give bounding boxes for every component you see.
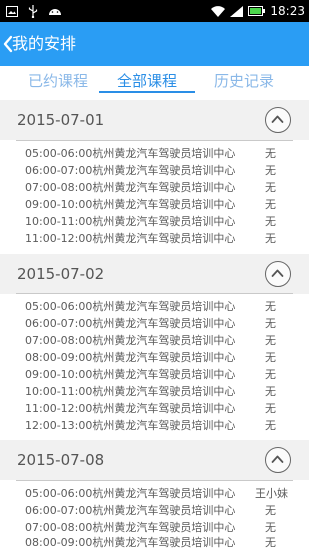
schedule-row[interactable]: 10:00-11:00杭州黄龙汽车驾驶员培训中心 无 [25,214,280,230]
schedule-slot: 10:00-11:00杭州黄龙汽车驾驶员培训中心 [25,385,236,398]
schedule-row[interactable]: 07:00-08:00杭州黄龙汽车驾驶员培训中心 无 [25,520,280,536]
status-text: 无 [265,164,276,177]
chevron-up-icon [271,269,284,277]
schedule-row[interactable]: 05:00-06:00杭州黄龙汽车驾驶员培训中心 无 [25,299,280,315]
schedule-row[interactable]: 08:00-09:00杭州黄龙汽车驾驶员培训中心 无 [25,535,280,551]
active-tab-indicator [99,91,195,93]
divider [16,480,293,481]
tab-booked-courses[interactable]: 已约课程 [24,69,92,93]
status-text: 无 [265,536,276,549]
collapse-button[interactable] [265,107,291,133]
schedule-slot: 12:00-13:00杭州黄龙汽车驾驶员培训中心 [25,419,236,432]
date-section-header[interactable]: 2015-07-02 [0,254,309,294]
status-bar: 18:23 [0,0,309,22]
status-text: 无 [265,368,276,381]
chevron-up-icon [271,115,284,123]
schedule-row[interactable]: 05:00-06:00杭州黄龙汽车驾驶员培训中心 无 [25,146,280,162]
status-text: 无 [265,402,276,415]
status-text: 无 [265,215,276,228]
wifi-icon [211,5,226,17]
schedule-slot: 08:00-09:00杭州黄龙汽车驾驶员培训中心 [25,351,236,364]
schedule-row[interactable]: 07:00-08:00杭州黄龙汽车驾驶员培训中心 无 [25,180,280,196]
section-date: 2015-07-01 [17,111,105,129]
signal-icon [230,5,244,17]
schedule-slot: 06:00-07:00杭州黄龙汽车驾驶员培训中心 [25,317,236,330]
status-text: 无 [265,334,276,347]
page-title: 我的安排 [12,34,77,53]
schedule-slot: 06:00-07:00杭州黄龙汽车驾驶员培训中心 [25,164,236,177]
schedule-slot: 08:00-09:00杭州黄龙汽车驾驶员培训中心 [25,536,236,549]
schedule-slot: 07:00-08:00杭州黄龙汽车驾驶员培训中心 [25,334,236,347]
tab-all-courses[interactable]: 全部课程 [108,69,186,93]
schedule-row[interactable]: 06:00-07:00杭州黄龙汽车驾驶员培训中心 无 [25,163,280,179]
schedule-slot: 07:00-08:00杭州黄龙汽车驾驶员培训中心 [25,181,236,194]
schedule-slot: 11:00-12:00杭州黄龙汽车驾驶员培训中心 [25,232,236,245]
schedule-slot: 05:00-06:00杭州黄龙汽车驾驶员培训中心 [25,487,236,500]
gallery-icon [6,5,18,17]
schedule-row[interactable]: 07:00-08:00杭州黄龙汽车驾驶员培训中心 无 [25,333,280,349]
collapse-button[interactable] [265,261,291,287]
status-text: 无 [265,351,276,364]
status-text: 无 [265,147,276,160]
status-text: 王小妹 [255,487,288,500]
status-text: 无 [265,521,276,534]
schedule-row[interactable]: 08:00-09:00杭州黄龙汽车驾驶员培训中心 无 [25,350,280,366]
battery-icon [248,6,266,16]
schedule-slot: 09:00-10:00杭州黄龙汽车驾驶员培训中心 [25,198,236,211]
status-text: 无 [265,385,276,398]
schedule-row[interactable]: 09:00-10:00杭州黄龙汽车驾驶员培训中心 无 [25,367,280,383]
section-date: 2015-07-08 [17,451,105,469]
schedule-slot: 07:00-08:00杭州黄龙汽车驾驶员培训中心 [25,521,236,534]
schedule-row[interactable]: 10:00-11:00杭州黄龙汽车驾驶员培训中心 无 [25,384,280,400]
chevron-up-icon [271,455,284,463]
status-text: 无 [265,317,276,330]
schedule-slot: 05:00-06:00杭州黄龙汽车驾驶员培训中心 [25,300,236,313]
collapse-button[interactable] [265,447,291,473]
android-icon [49,9,61,15]
schedule-slot: 10:00-11:00杭州黄龙汽车驾驶员培训中心 [25,215,236,228]
schedule-row[interactable]: 11:00-12:00杭州黄龙汽车驾驶员培训中心 无 [25,231,280,247]
tab-history[interactable]: 历史记录 [207,69,281,93]
status-text: 无 [265,232,276,245]
schedule-row[interactable]: 09:00-10:00杭州黄龙汽车驾驶员培训中心 无 [25,197,280,213]
status-text: 无 [265,419,276,432]
schedule-slot: 09:00-10:00杭州黄龙汽车驾驶员培训中心 [25,368,236,381]
schedule-row[interactable]: 05:00-06:00杭州黄龙汽车驾驶员培训中心 王小妹 [25,486,288,502]
app-header: 我的安排 [0,22,309,66]
usb-icon [28,4,38,18]
schedule-row[interactable]: 11:00-12:00杭州黄龙汽车驾驶员培训中心 无 [25,401,280,417]
section-date: 2015-07-02 [17,265,105,283]
schedule-row[interactable]: 06:00-07:00杭州黄龙汽车驾驶员培训中心 无 [25,503,280,519]
schedule-slot: 11:00-12:00杭州黄龙汽车驾驶员培训中心 [25,402,236,415]
status-text: 无 [265,504,276,517]
divider [16,293,293,294]
status-text: 无 [265,300,276,313]
divider [16,140,293,141]
schedule-row[interactable]: 12:00-13:00杭州黄龙汽车驾驶员培训中心 无 [25,418,280,434]
status-text: 无 [265,198,276,211]
date-section-header[interactable]: 2015-07-08 [0,440,309,480]
date-section-header[interactable]: 2015-07-01 [0,100,309,140]
clock: 18:23 [270,4,305,18]
schedule-row[interactable]: 06:00-07:00杭州黄龙汽车驾驶员培训中心 无 [25,316,280,332]
schedule-slot: 06:00-07:00杭州黄龙汽车驾驶员培训中心 [25,504,236,517]
status-text: 无 [265,181,276,194]
schedule-slot: 05:00-06:00杭州黄龙汽车驾驶员培训中心 [25,147,236,160]
